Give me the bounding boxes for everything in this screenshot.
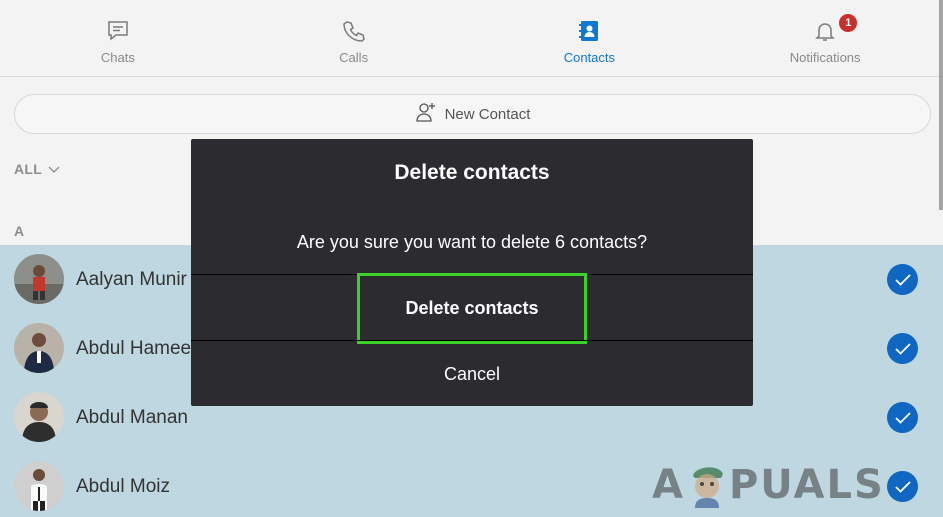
section-header: A [14,223,25,239]
dialog-message: Are you sure you want to delete 6 contac… [296,232,648,252]
contact-name: Aalyan Munir [76,268,187,290]
window-edge [939,0,943,210]
chevron-down-icon [48,161,60,177]
filter-label: ALL [14,161,43,177]
tab-contacts-label: Contacts [563,50,616,65]
checkmark-icon[interactable] [887,402,918,433]
tab-contacts[interactable]: Contacts [472,0,708,77]
avatar [14,254,64,304]
notification-badge: 1 [839,14,858,32]
delete-contacts-button[interactable]: Delete contacts [191,275,753,341]
watermark-text-left: A [652,462,685,508]
chat-icon [105,18,131,44]
checkmark-icon[interactable] [887,333,918,364]
new-contact-label: New Contact [444,105,531,123]
phone-icon [341,18,367,44]
contacts-icon [576,18,602,44]
tab-chats-label: Chats [100,50,135,65]
avatar [14,323,64,373]
delete-contacts-dialog: Delete contacts Are you sure you want to… [191,139,753,406]
contact-name: Abdul Hameed [76,337,202,359]
new-contact-button[interactable]: New Contact [14,94,931,134]
dialog-title: Delete contacts [394,161,550,184]
bell-icon [812,18,838,44]
watermark-logo: A PUALS [652,462,885,508]
avatar [14,392,64,442]
tab-notifications-label: Notifications [789,50,861,65]
divider [191,340,753,341]
contact-name: Abdul Moiz [76,475,170,497]
checkmark-icon[interactable] [887,264,918,295]
contact-name: Abdul Manan [76,406,188,428]
avatar [14,461,64,511]
tab-chats[interactable]: Chats [0,0,236,77]
tab-calls-label: Calls [339,50,369,65]
tab-calls[interactable]: Calls [236,0,472,77]
filter-dropdown[interactable]: ALL [14,161,60,177]
tab-notifications[interactable]: 1 Notifications [707,0,943,77]
cancel-button[interactable]: Cancel [191,342,753,406]
checkmark-icon[interactable] [887,471,918,502]
add-person-icon [415,101,437,128]
top-tab-bar: Chats Calls Contacts 1 Notifications [0,0,943,77]
watermark-text-right: PUALS [728,462,885,508]
mascot-icon [687,462,727,508]
